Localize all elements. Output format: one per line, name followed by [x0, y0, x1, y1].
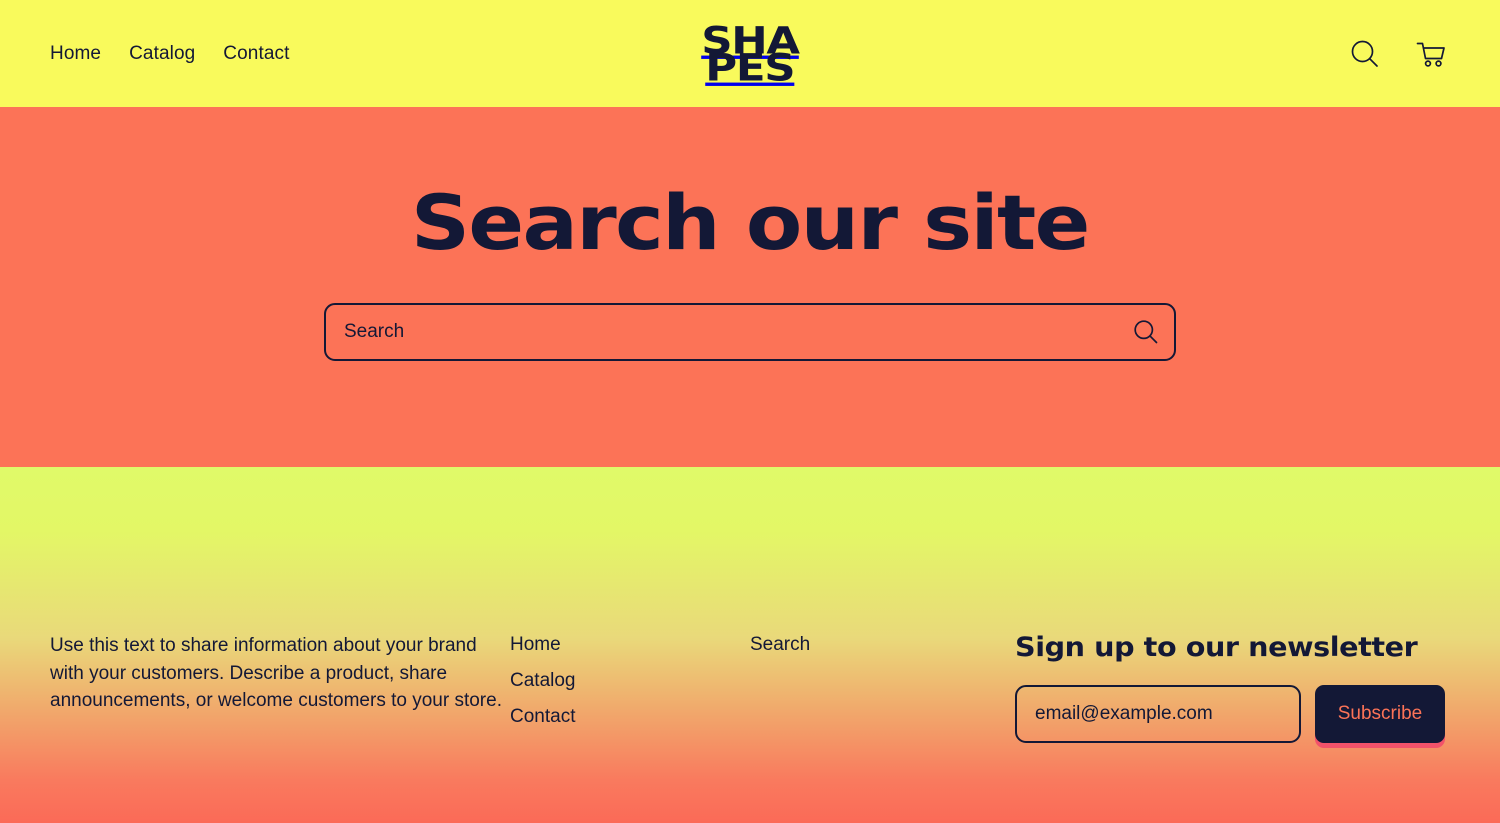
footer-about: Use this text to share information about… [50, 632, 510, 743]
search-input[interactable] [326, 305, 1118, 359]
nav-link-catalog[interactable]: Catalog [129, 43, 195, 65]
subscribe-button[interactable]: Subscribe [1315, 685, 1445, 743]
primary-navigation: Home Catalog Contact [50, 43, 289, 65]
footer-link-contact[interactable]: Contact [510, 706, 575, 728]
footer-content: Use this text to share information about… [50, 467, 1450, 748]
page-title: Search our site [411, 178, 1090, 267]
site-footer: Use this text to share information about… [0, 467, 1500, 823]
nav-link-contact[interactable]: Contact [223, 43, 289, 65]
newsletter-form: Subscribe [1015, 685, 1450, 748]
search-form [324, 303, 1176, 361]
footer-about-text: Use this text to share information about… [50, 635, 502, 712]
footer-link-search[interactable]: Search [750, 634, 810, 656]
newsletter-section: Sign up to our newsletter Subscribe [990, 632, 1450, 748]
header-actions [1346, 35, 1450, 73]
footer-link-catalog[interactable]: Catalog [510, 670, 576, 692]
search-submit-button[interactable] [1118, 305, 1174, 359]
footer-link-column-primary: Home Catalog Contact [510, 632, 750, 743]
logo-line-2: PES [705, 45, 795, 89]
footer-link-column-secondary: Search [750, 632, 990, 743]
nav-link-home[interactable]: Home [50, 43, 101, 65]
footer-link-home[interactable]: Home [510, 634, 561, 656]
site-logo[interactable]: SHA PES [701, 21, 800, 85]
cart-icon[interactable] [1412, 35, 1450, 73]
hero-section: Search our site [0, 107, 1500, 467]
email-field[interactable] [1015, 685, 1301, 743]
subscribe-button-wrap: Subscribe [1315, 685, 1445, 748]
site-header: Home Catalog Contact SHA PES [0, 0, 1500, 107]
search-icon[interactable] [1346, 35, 1384, 73]
newsletter-title: Sign up to our newsletter [1015, 632, 1418, 663]
page-root: Home Catalog Contact SHA PES Search our … [0, 0, 1500, 823]
